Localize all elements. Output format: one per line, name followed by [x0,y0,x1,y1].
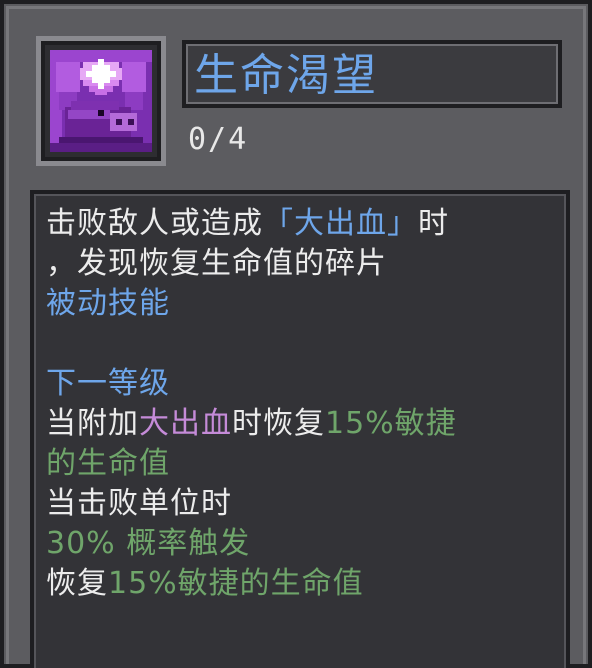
trigger-chance: 30% 概率触发 [46,526,251,561]
next-level-text: 时恢复 [232,406,325,441]
skill-level-counter: 0/4 [188,122,249,157]
next-level-line-1: 当附加大出血时恢复15%敏捷 [46,404,457,444]
next-level-text: 恢复 [46,566,108,601]
description-line-2: ，发现恢复生命值的碎片 [46,246,387,281]
next-level-line-5: 恢复15%敏捷的生命值 [46,564,364,604]
agility-heal-value: 15%敏捷 [325,406,457,441]
skill-title-box: 生命渴望 [182,40,562,108]
bleed-keyword: 「大出血」 [263,206,418,241]
next-level-line-2: 的生命值 [46,446,170,481]
description-line-1: 击败敌人或造成「大出血」时 [46,204,449,244]
next-level-line-3: 当击败单位时 [46,486,232,521]
description-text: 时 [418,206,449,241]
description-text: 击败敌人或造成 [46,206,263,241]
heart-pig-icon [50,50,152,152]
skill-description-panel: 击败敌人或造成「大出血」时 ，发现恢复生命值的碎片 被动技能 下一等级 当附加大… [30,190,570,668]
skill-icon-slot[interactable] [36,36,166,166]
agility-heal-value: 15%敏捷的生命值 [108,566,364,601]
skill-type-label: 被动技能 [46,286,170,321]
bleed-keyword: 大出血 [139,406,232,441]
next-level-heading: 下一等级 [46,366,170,401]
skill-tooltip-frame: 生命渴望 0/4 击败敌人或造成「大出血」时 ，发现恢复生命值的碎片 被动技能 … [0,0,592,668]
next-level-text: 当附加 [46,406,139,441]
skill-title: 生命渴望 [194,50,378,101]
